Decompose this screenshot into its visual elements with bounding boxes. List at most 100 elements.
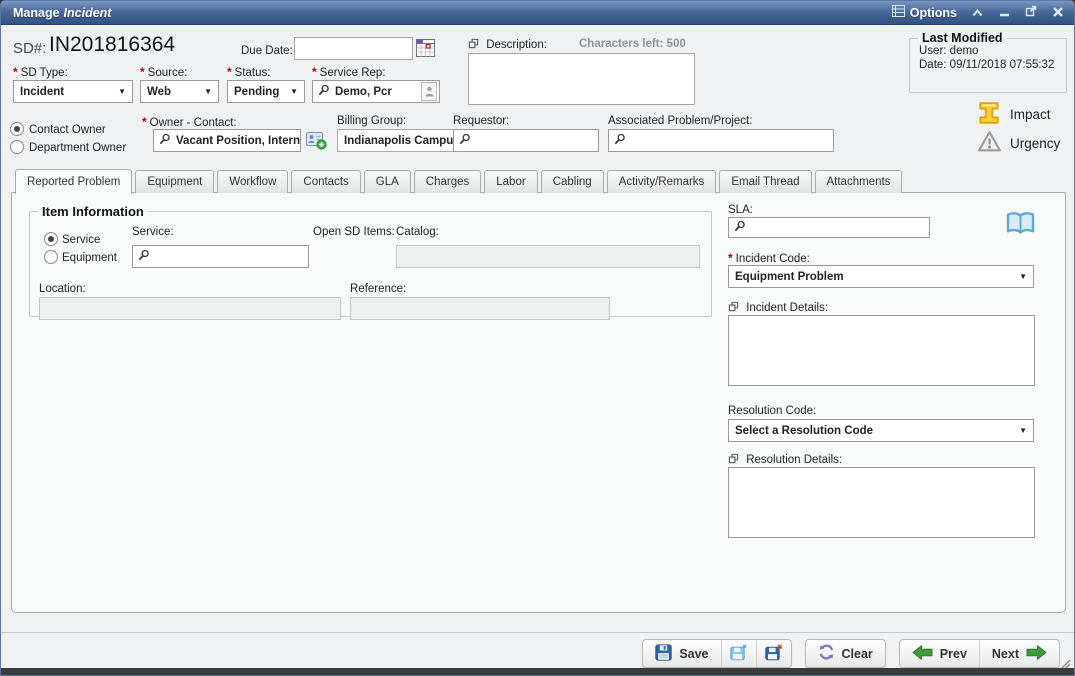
detach-icon[interactable]	[728, 453, 739, 467]
service-label: Service:	[132, 226, 174, 238]
sla-label: SLA:	[728, 204, 753, 216]
reference-input	[350, 297, 610, 320]
impact-icon[interactable]	[977, 101, 1001, 130]
options-label: Options	[910, 6, 957, 20]
options-button[interactable]: Options	[892, 5, 957, 20]
window-title: Manage Incident	[13, 6, 111, 20]
search-icon	[138, 249, 150, 264]
footer-toolbar: Save Clear Prev Next	[642, 639, 1060, 668]
manage-incident-window: ManageIncident Options SD#: IN2	[0, 0, 1075, 676]
minimize-icon	[999, 4, 1010, 22]
source-select[interactable]: Web▼	[140, 80, 219, 103]
tab-charges[interactable]: Charges	[414, 170, 481, 193]
save-x-floppy-icon	[765, 644, 783, 664]
catalog-label: Catalog:	[396, 226, 439, 238]
collapse-button[interactable]	[970, 6, 984, 20]
search-icon	[459, 133, 471, 148]
search-icon	[318, 84, 330, 99]
department-owner-radio[interactable]	[10, 140, 24, 154]
billing-group-value: Indianapolis Campus	[337, 129, 467, 152]
search-icon	[734, 220, 746, 235]
urgency-label: Urgency	[1010, 136, 1060, 151]
last-modified-box: Last Modified User: demo Date: 09/11/201…	[909, 31, 1067, 93]
options-list-icon	[892, 5, 905, 20]
incident-details-textarea[interactable]	[728, 315, 1035, 386]
search-icon	[159, 133, 171, 148]
tab-gla[interactable]: GLA	[364, 170, 411, 193]
sla-book-icon[interactable]	[1005, 210, 1036, 242]
owner-contact-label: *Owner - Contact:	[142, 115, 237, 129]
next-button[interactable]: Next	[980, 640, 1059, 667]
source-label: *Source:	[140, 65, 187, 79]
resolution-details-textarea[interactable]	[728, 467, 1035, 538]
save-plus-floppy-icon	[730, 644, 748, 664]
tab-workflow[interactable]: Workflow	[217, 170, 288, 193]
incident-details-label: Incident Details:	[728, 301, 828, 315]
tab-email-thread[interactable]: Email Thread	[719, 170, 811, 193]
close-button[interactable]	[1051, 6, 1065, 20]
department-owner-label: Department Owner	[29, 142, 126, 154]
save-button[interactable]: Save	[643, 640, 721, 667]
window-title-prefix: Manage	[13, 6, 60, 20]
footer-divider	[1, 632, 1074, 633]
due-date-label: Due Date:	[241, 45, 293, 57]
associated-problem-field[interactable]	[608, 129, 834, 152]
popout-button[interactable]	[1024, 6, 1038, 20]
prev-button[interactable]: Prev	[900, 640, 980, 667]
contact-owner-label: Contact Owner	[29, 124, 106, 136]
location-input	[39, 297, 341, 320]
tab-contacts[interactable]: Contacts	[291, 170, 360, 193]
requestor-label: Requestor:	[453, 115, 509, 127]
urgency-icon[interactable]	[977, 130, 1002, 158]
billing-group-label: Billing Group:	[337, 115, 406, 127]
window-bottom-edge	[1, 668, 1074, 675]
minimize-button[interactable]	[997, 6, 1011, 20]
sd-type-select[interactable]: Incident▼	[13, 80, 133, 103]
chevron-up-icon	[972, 4, 983, 22]
service-radio[interactable]	[44, 232, 58, 246]
sla-field[interactable]	[728, 217, 930, 238]
tab-activity-remarks[interactable]: Activity/Remarks	[607, 170, 717, 193]
owner-contact-field[interactable]: Vacant Position, Internal A	[153, 129, 301, 152]
last-modified-date: Date: 09/11/2018 07:55:32	[910, 59, 1066, 71]
save-and-new-button[interactable]	[722, 640, 757, 667]
search-icon	[614, 133, 626, 148]
description-textarea[interactable]	[468, 53, 695, 105]
add-contact-icon[interactable]	[306, 131, 327, 155]
due-date-input[interactable]	[294, 37, 413, 60]
tab-equipment[interactable]: Equipment	[135, 170, 214, 193]
service-rep-label: *Service Rep:	[312, 65, 386, 79]
location-label: Location:	[39, 283, 86, 295]
associated-problem-label: Associated Problem/Project:	[608, 115, 752, 127]
equipment-radio[interactable]	[44, 250, 58, 264]
detach-icon[interactable]	[468, 38, 479, 52]
resolution-details-label: Resolution Details:	[728, 453, 842, 467]
sd-number-label: SD#:	[13, 40, 46, 57]
chevron-down-icon: ▼	[1019, 272, 1027, 281]
detach-icon[interactable]	[728, 301, 739, 315]
requestor-field[interactable]	[453, 129, 599, 152]
sd-type-label: *SD Type:	[13, 65, 68, 79]
service-rep-picker-icon[interactable]	[421, 82, 437, 101]
calendar-icon[interactable]	[416, 39, 435, 62]
tab-strip: Reported Problem Equipment Workflow Cont…	[15, 169, 905, 193]
window-title-object: Incident	[64, 6, 112, 20]
service-rep-field[interactable]: Demo, Pcr	[312, 80, 440, 103]
save-floppy-icon	[655, 644, 672, 664]
clear-button[interactable]: Clear	[806, 640, 885, 667]
save-and-close-button[interactable]	[757, 640, 791, 667]
tab-labor[interactable]: Labor	[484, 170, 537, 193]
service-field[interactable]	[132, 245, 309, 268]
tab-reported-problem[interactable]: Reported Problem	[15, 169, 132, 194]
reference-label: Reference:	[350, 283, 406, 295]
clear-refresh-icon	[818, 644, 835, 663]
tab-attachments[interactable]: Attachments	[815, 170, 903, 193]
resolution-code-select[interactable]: Select a Resolution Code▼	[728, 419, 1034, 442]
incident-code-select[interactable]: Equipment Problem▼	[728, 265, 1034, 288]
tab-cabling[interactable]: Cabling	[541, 170, 604, 193]
chevron-down-icon: ▼	[204, 87, 212, 96]
last-modified-user: User: demo	[910, 45, 1066, 59]
status-select[interactable]: Pending▼	[227, 80, 305, 103]
status-label: *Status:	[227, 65, 270, 79]
contact-owner-radio[interactable]	[10, 122, 24, 136]
